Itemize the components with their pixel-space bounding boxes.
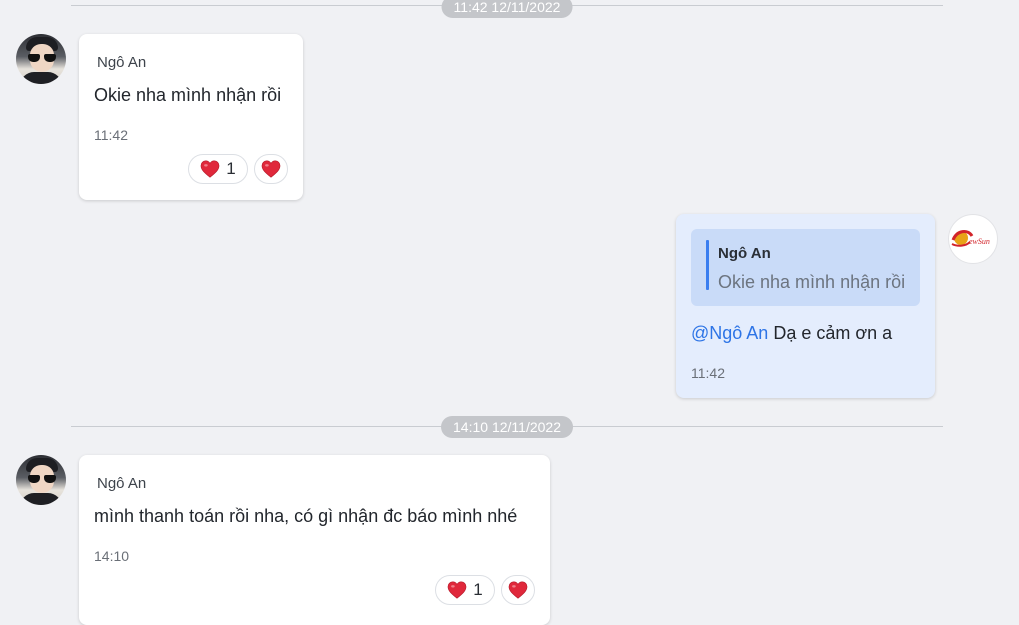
avatar[interactable] bbox=[16, 34, 66, 84]
reaction-count: 1 bbox=[226, 159, 236, 178]
message-time: 14:10 bbox=[94, 548, 130, 564]
avatar[interactable] bbox=[16, 455, 66, 505]
heart-icon bbox=[447, 581, 467, 599]
message-bubble-own[interactable]: Ngô An Okie nha mình nhận rồi @Ngô An Dạ… bbox=[676, 214, 935, 398]
mention-link[interactable]: @Ngô An bbox=[691, 323, 768, 343]
message-time: 11:42 bbox=[94, 127, 128, 143]
sender-name: Ngô An bbox=[97, 54, 147, 71]
brand-logo-avatar[interactable]: ewSun bbox=[948, 214, 998, 264]
quote-bar bbox=[706, 240, 709, 290]
heart-icon bbox=[200, 160, 220, 178]
reaction-count: 1 bbox=[473, 580, 483, 599]
svg-text:ewSun: ewSun bbox=[969, 237, 990, 246]
message-body: Dạ e cảm ơn a bbox=[768, 323, 893, 343]
heart-icon bbox=[261, 160, 281, 178]
sender-name: Ngô An bbox=[97, 475, 147, 492]
date-separator: 11:42 12/11/2022 bbox=[441, 0, 573, 18]
reaction-count-pill[interactable]: 1 bbox=[188, 154, 248, 184]
message-bubble[interactable]: Ngô An Okie nha mình nhận rồi 11:42 1 bbox=[79, 34, 303, 200]
add-reaction-button[interactable] bbox=[254, 154, 288, 184]
message-bubble[interactable]: Ngô An mình thanh toán rồi nha, có gì nh… bbox=[79, 455, 550, 625]
date-separator: 14:10 12/11/2022 bbox=[441, 416, 573, 438]
message-time: 11:42 bbox=[691, 365, 725, 381]
heart-icon bbox=[508, 581, 528, 599]
quote-text: Okie nha mình nhận rồi bbox=[718, 272, 906, 292]
message-text: Okie nha mình nhận rồi bbox=[94, 85, 282, 105]
message-text: @Ngô An Dạ e cảm ơn a bbox=[691, 323, 892, 344]
add-reaction-button[interactable] bbox=[501, 575, 535, 605]
reaction-count-pill[interactable]: 1 bbox=[435, 575, 495, 605]
brand-logo: ewSun bbox=[951, 230, 990, 247]
message-text: mình thanh toán rồi nha, có gì nhận đc b… bbox=[94, 506, 518, 526]
quote-sender: Ngô An bbox=[718, 245, 771, 262]
quoted-message[interactable]: Ngô An Okie nha mình nhận rồi bbox=[691, 229, 920, 306]
